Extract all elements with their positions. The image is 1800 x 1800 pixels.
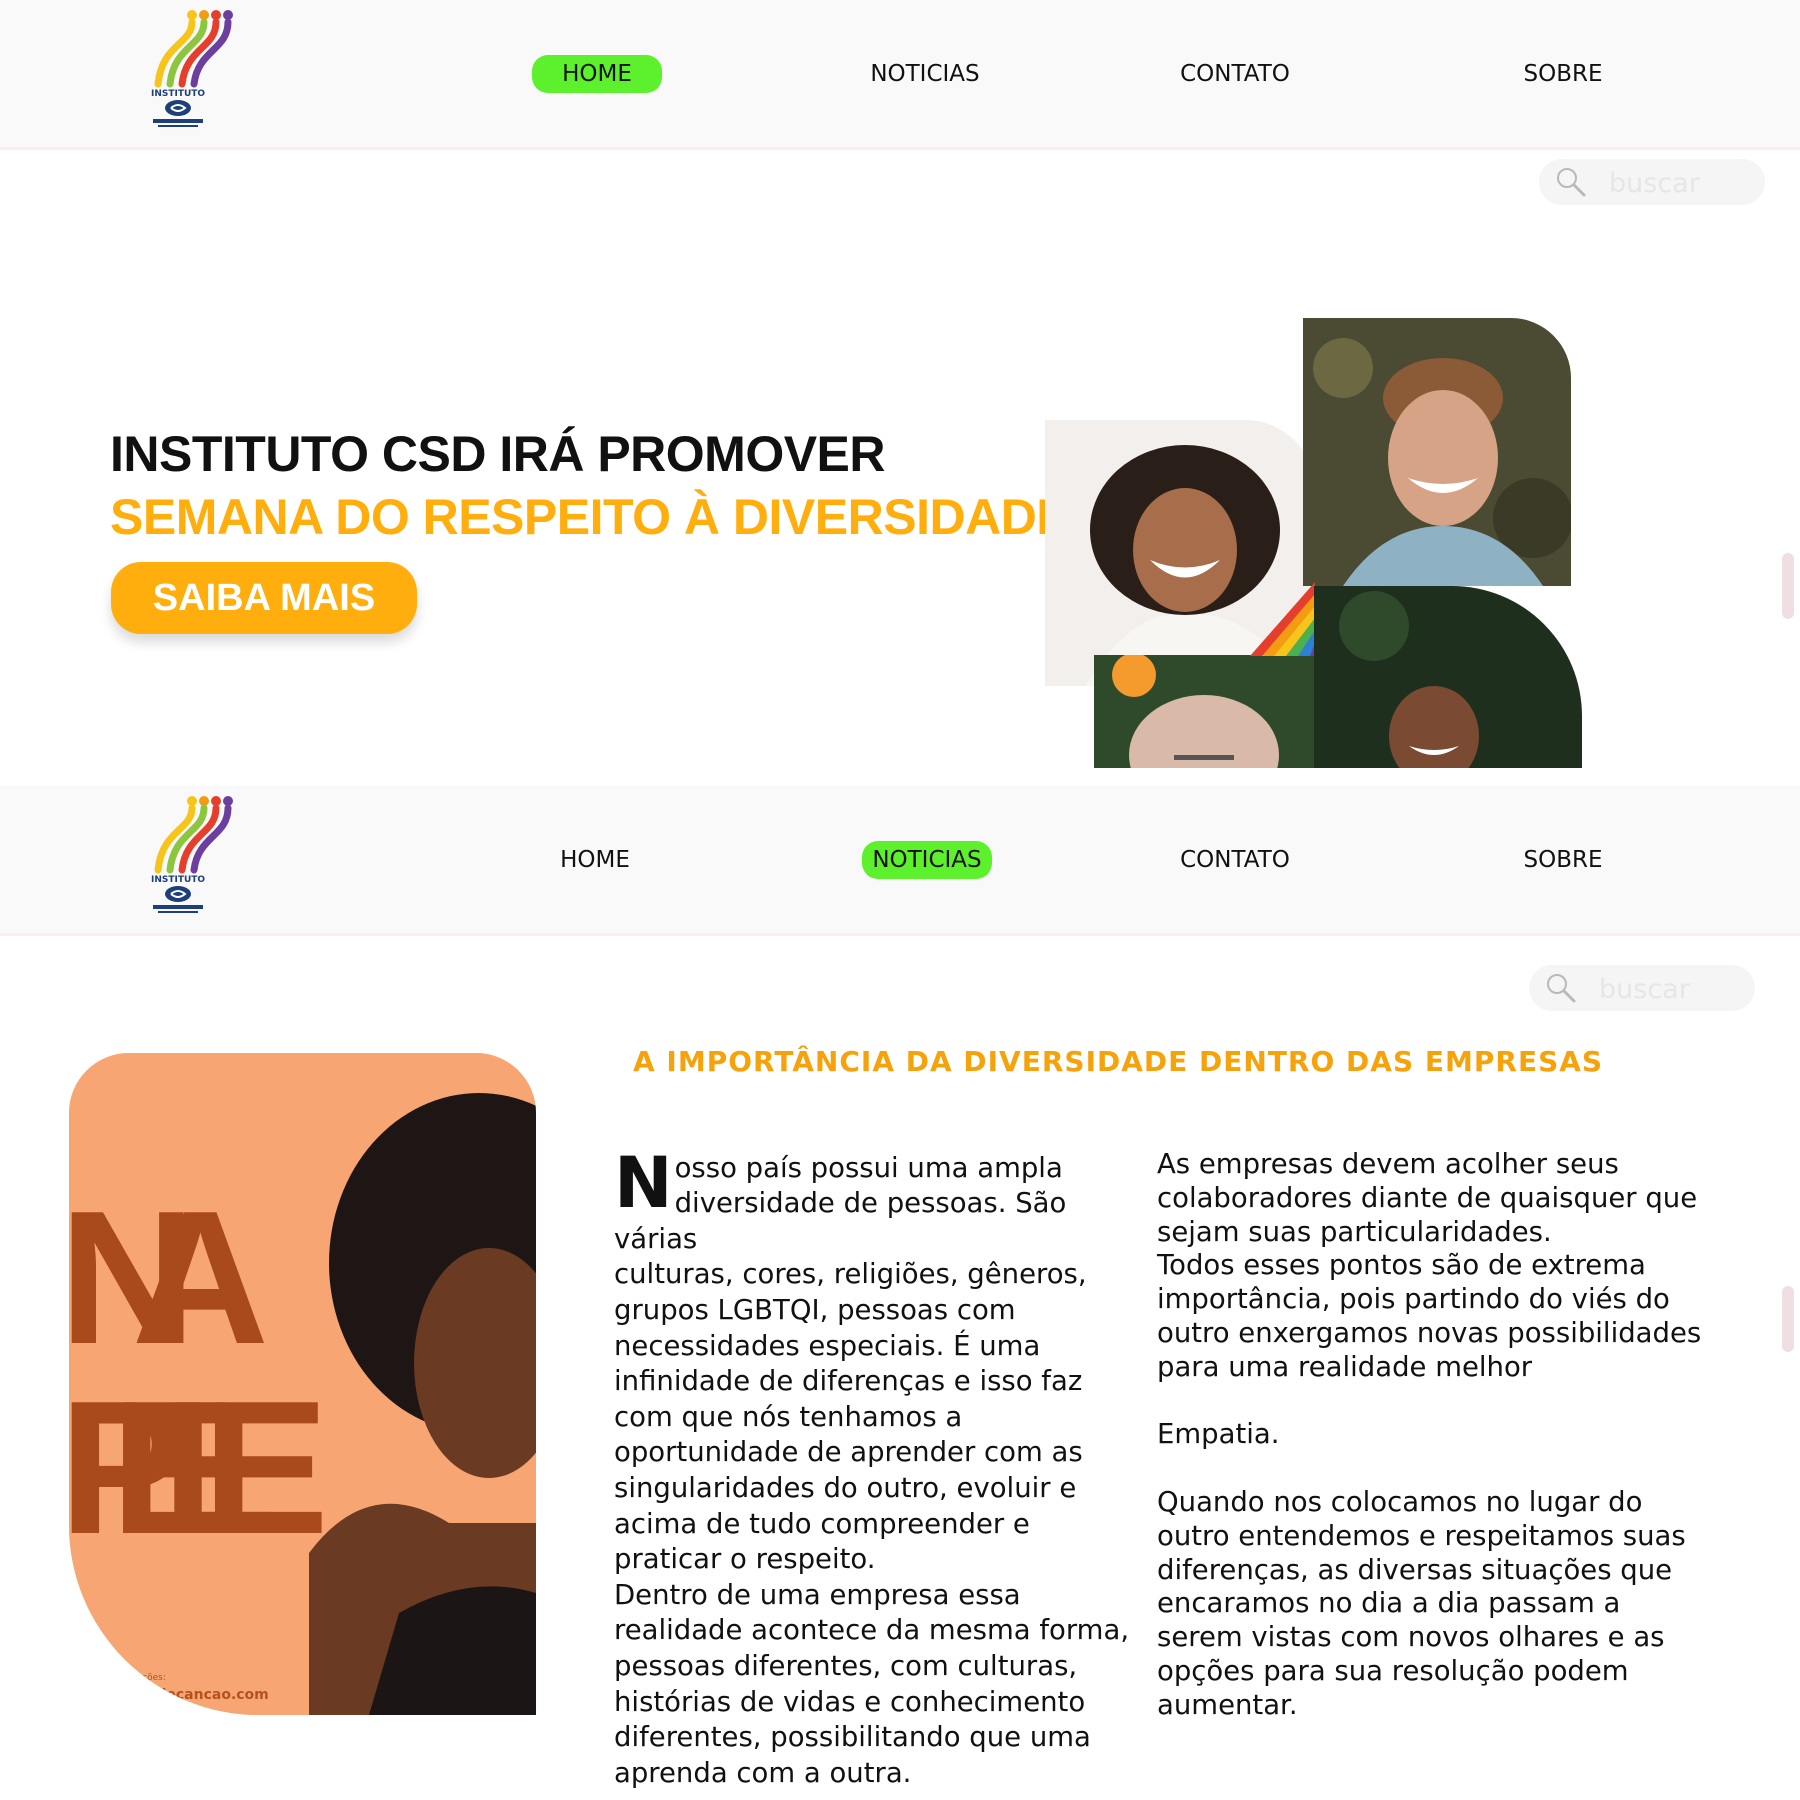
logo-icon: INSTITUTO: [151, 796, 233, 913]
institute-logo[interactable]: INSTITUTO: [148, 790, 240, 918]
nav-sobre[interactable]: SOBRE: [1498, 841, 1628, 879]
search-input[interactable]: [1597, 969, 1741, 1009]
article-column-2: As empresas devem acolher seus colaborad…: [1157, 1148, 1737, 1723]
nav-contato[interactable]: CONTATO: [1170, 55, 1300, 93]
article-column-1: Nosso país possui uma ampla diversidade …: [614, 1115, 1149, 1791]
image-text-pele: PELE: [69, 1362, 322, 1574]
nav-sobre[interactable]: SOBRE: [1498, 55, 1628, 93]
article-column-2-p3: Quando nos colocamos no lugar do outro e…: [1157, 1485, 1686, 1721]
article-title: A IMPORTÂNCIA DA DIVERSIDADE DENTRO DAS …: [633, 1045, 1604, 1078]
hero-title-line2: SEMANA DO RESPEITO À DIVERSIDADE: [110, 489, 1070, 545]
logo-text: INSTITUTO: [151, 89, 205, 99]
nav-home[interactable]: HOME: [532, 55, 662, 93]
top-header: INSTITUTO HOME NOTICIAS CONTATO SOBRE: [0, 0, 1800, 150]
search-input[interactable]: [1607, 163, 1751, 203]
hero-photo-young-man: [1303, 318, 1571, 586]
search-icon: [1557, 168, 1586, 197]
saiba-mais-button[interactable]: SAIBA MAIS: [111, 562, 417, 634]
image-caption-small: Mais Informações:: [84, 1673, 166, 1683]
institute-logo[interactable]: INSTITUTO: [148, 4, 240, 132]
article-dropcap: N: [614, 1141, 673, 1224]
article-column-1-text: osso país possui uma ampla diversidade d…: [614, 1151, 1130, 1789]
search-icon: [1547, 974, 1576, 1003]
nav-noticias[interactable]: NOTICIAS: [860, 55, 990, 93]
logo-text: INSTITUTO: [151, 875, 205, 885]
nav-contato[interactable]: CONTATO: [1170, 841, 1300, 879]
article-column-2-p2: Empatia.: [1157, 1418, 1280, 1451]
hero-photo-smiling-woman: [1314, 586, 1582, 768]
image-caption-link: blog.cidadecancao.com: [84, 1687, 269, 1703]
image-text-na: NA: [69, 1172, 265, 1384]
article-image: NA PELE Mais Informações: blog.cidadecan…: [69, 1053, 536, 1715]
hero-title-line1: INSTITUTO CSD IRÁ PROMOVER: [110, 426, 886, 482]
hero-photo-older-person: [1094, 655, 1314, 768]
nav-noticias[interactable]: NOTICIAS: [862, 841, 992, 879]
scrollbar-thumb[interactable]: [1782, 553, 1794, 619]
search-bar[interactable]: [1529, 965, 1755, 1011]
article-column-2-p1: As empresas devem acolher seus colaborad…: [1157, 1148, 1702, 1383]
logo-icon: INSTITUTO: [151, 10, 233, 127]
bottom-header: INSTITUTO HOME NOTICIAS CONTATO SOBRE: [0, 786, 1800, 936]
nav-home[interactable]: HOME: [530, 841, 660, 879]
scrollbar-thumb[interactable]: [1782, 1286, 1794, 1352]
search-bar[interactable]: [1539, 159, 1765, 205]
hero-photo-rainbow-accent: [1250, 582, 1315, 656]
